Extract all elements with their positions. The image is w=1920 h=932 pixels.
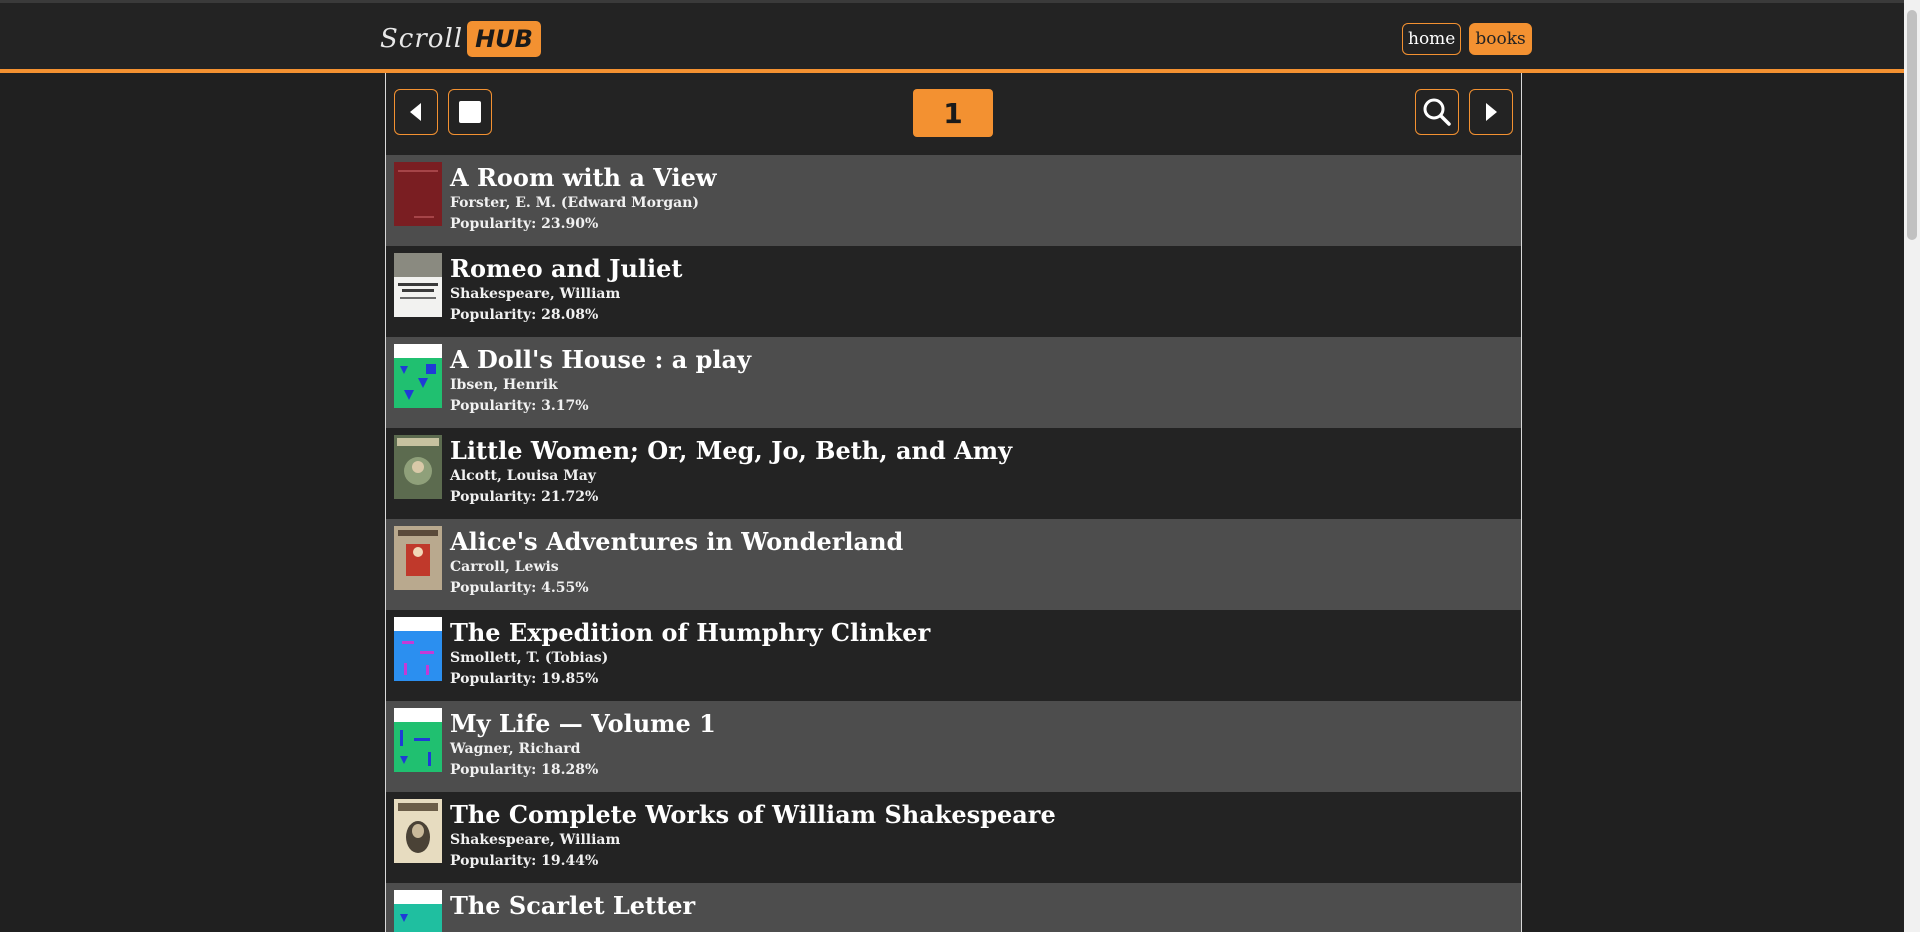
logo-script-text: Scroll: [380, 24, 464, 54]
book-cover: [394, 435, 442, 499]
book-author: Carroll, Lewis: [450, 559, 559, 575]
book-row[interactable]: The Complete Works of William Shakespear…: [386, 792, 1521, 883]
book-popularity: Popularity: 28.08%: [450, 307, 599, 323]
book-title: The Expedition of Humphry Clinker: [450, 618, 931, 647]
book-title: My Life — Volume 1: [450, 709, 716, 738]
book-cover: [394, 617, 442, 681]
scrollbar-thumb[interactable]: [1907, 10, 1917, 240]
book-info: A Doll's House : a play Ibsen, Henrik Po…: [450, 345, 751, 417]
book-info: My Life — Volume 1 Wagner, Richard Popul…: [450, 709, 716, 781]
site-header: Scroll HUB home books: [0, 3, 1904, 71]
book-cover: [394, 253, 442, 317]
page-scrollbar[interactable]: [1904, 0, 1920, 932]
nav-books-button[interactable]: books: [1469, 23, 1532, 55]
book-author: Smollett, T. (Tobias): [450, 650, 609, 666]
book-popularity: Popularity: 19.85%: [450, 671, 599, 687]
book-title: The Scarlet Letter: [450, 891, 696, 920]
book-author: Alcott, Louisa May: [450, 468, 596, 484]
search-button[interactable]: [1415, 89, 1459, 135]
book-cover: [394, 344, 442, 408]
site-logo[interactable]: Scroll HUB: [380, 21, 541, 57]
triangle-left-icon: [410, 103, 421, 121]
book-author: Shakespeare, William: [450, 832, 621, 848]
book-title: A Room with a View: [450, 163, 717, 192]
book-title: A Doll's House : a play: [450, 345, 752, 374]
book-row[interactable]: The Scarlet Letter: [386, 883, 1521, 932]
book-title: Little Women; Or, Meg, Jo, Beth, and Amy: [450, 436, 1013, 465]
book-title: Romeo and Juliet: [450, 254, 683, 283]
book-popularity: Popularity: 18.28%: [450, 762, 599, 778]
previous-page-button[interactable]: [394, 89, 438, 135]
book-row[interactable]: My Life — Volume 1 Wagner, Richard Popul…: [386, 701, 1521, 792]
main-nav: home books: [1402, 23, 1532, 55]
book-cover: [394, 526, 442, 590]
book-info: The Complete Works of William Shakespear…: [450, 800, 1056, 872]
pagination-toolbar: 1: [386, 73, 1521, 155]
current-page-indicator: 1: [913, 89, 993, 137]
book-info: A Room with a View Forster, E. M. (Edwar…: [450, 163, 717, 235]
book-popularity: Popularity: 23.90%: [450, 216, 599, 232]
book-row[interactable]: Little Women; Or, Meg, Jo, Beth, and Amy…: [386, 428, 1521, 519]
book-cover: [394, 799, 442, 863]
square-icon: [459, 101, 481, 123]
book-title: Alice's Adventures in Wonderland: [450, 527, 904, 556]
book-popularity: Popularity: 21.72%: [450, 489, 599, 505]
book-list: A Room with a View Forster, E. M. (Edwar…: [386, 155, 1521, 932]
book-info: Little Women; Or, Meg, Jo, Beth, and Amy…: [450, 436, 1012, 508]
book-author: Ibsen, Henrik: [450, 377, 558, 393]
search-icon: [1423, 98, 1451, 126]
logo-badge: HUB: [467, 21, 541, 57]
book-info: The Scarlet Letter: [450, 891, 695, 921]
book-info: The Expedition of Humphry Clinker Smolle…: [450, 618, 930, 690]
page: Scroll HUB home books 1 A Room with a Vi…: [0, 0, 1920, 932]
book-author: Shakespeare, William: [450, 286, 621, 302]
book-cover: [394, 162, 442, 226]
book-title: The Complete Works of William Shakespear…: [450, 800, 1056, 829]
book-info: Romeo and Juliet Shakespeare, William Po…: [450, 254, 683, 326]
book-row[interactable]: Alice's Adventures in Wonderland Carroll…: [386, 519, 1521, 610]
book-popularity: Popularity: 3.17%: [450, 398, 589, 414]
book-row[interactable]: Romeo and Juliet Shakespeare, William Po…: [386, 246, 1521, 337]
book-info: Alice's Adventures in Wonderland Carroll…: [450, 527, 903, 599]
books-panel: 1 A Room with a View Forster, E. M. (Edw…: [385, 73, 1522, 932]
triangle-right-icon: [1486, 103, 1497, 121]
book-cover: [394, 890, 442, 932]
book-row[interactable]: A Doll's House : a play Ibsen, Henrik Po…: [386, 337, 1521, 428]
book-row[interactable]: The Expedition of Humphry Clinker Smolle…: [386, 610, 1521, 701]
book-popularity: Popularity: 4.55%: [450, 580, 589, 596]
nav-home-button[interactable]: home: [1402, 23, 1462, 55]
book-popularity: Popularity: 19.44%: [450, 853, 599, 869]
next-page-button[interactable]: [1469, 89, 1513, 135]
book-row[interactable]: A Room with a View Forster, E. M. (Edwar…: [386, 155, 1521, 246]
book-author: Forster, E. M. (Edward Morgan): [450, 195, 700, 211]
stop-button[interactable]: [448, 89, 492, 135]
book-cover: [394, 708, 442, 772]
book-author: Wagner, Richard: [450, 741, 581, 757]
